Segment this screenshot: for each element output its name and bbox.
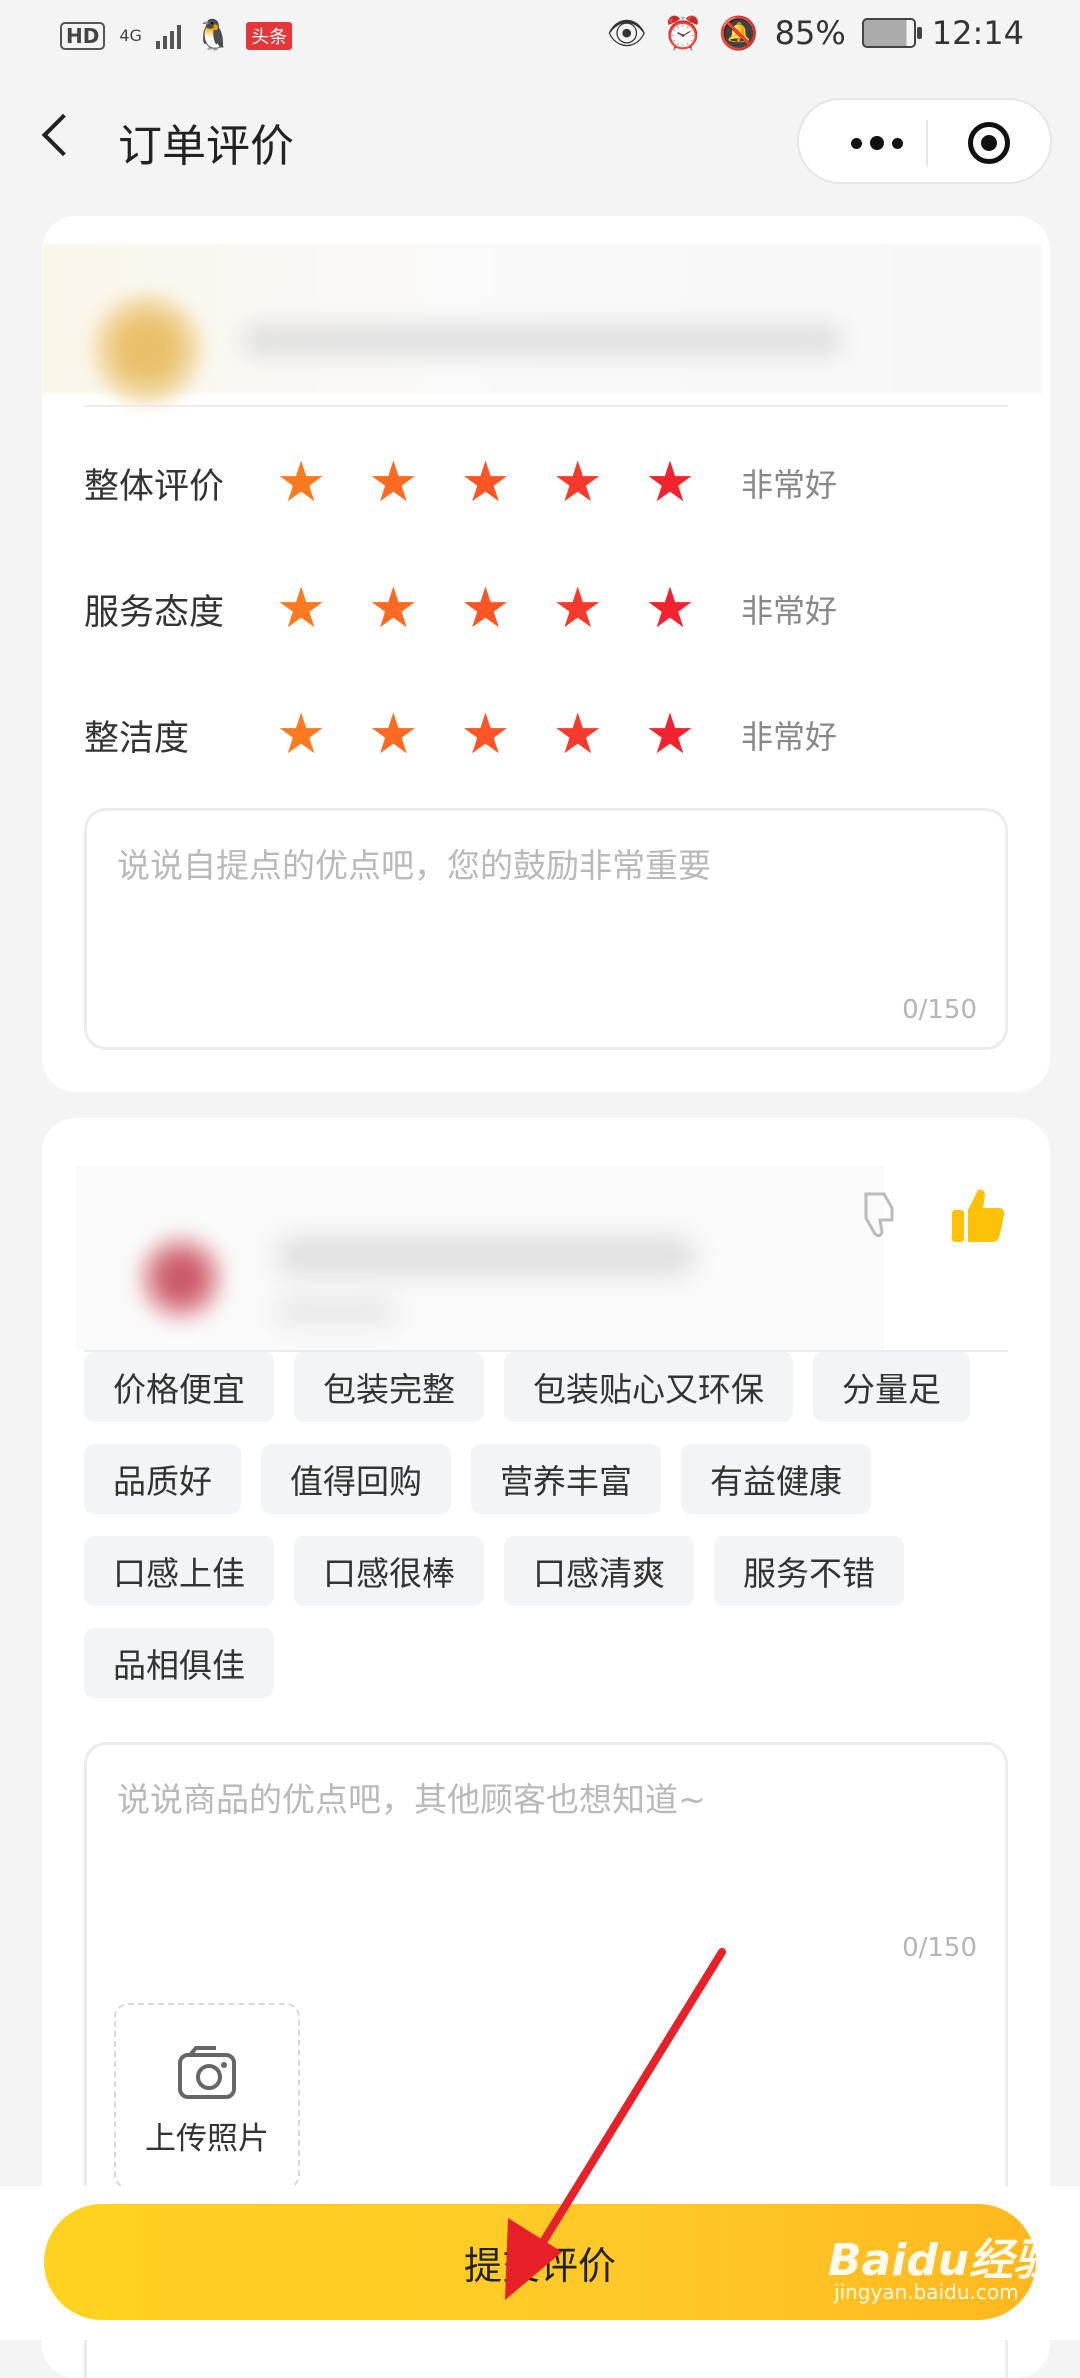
star-icon[interactable]: ★ [368,707,418,763]
tag-chip[interactable]: 营养丰富 [471,1444,661,1514]
rating-label: 整体评价 [84,466,225,507]
upload-photo-label: 上传照片 [145,2121,269,2157]
tag-chip[interactable]: 口感很棒 [294,1536,484,1606]
star-icon[interactable]: ★ [276,707,326,763]
network-type: 4G [119,25,142,45]
miniprogram-capsule [797,98,1052,184]
eye-icon: 👁 [606,14,647,52]
more-icon[interactable] [837,128,917,158]
star-icon[interactable]: ★ [276,455,326,511]
battery-percent: 85% [774,14,846,52]
comment-placeholder: 说说自提点的优点吧，您的鼓励非常重要 [117,846,711,885]
baidu-jingyan-watermark: Baidu经验 jingyan.baidu.com [820,2218,1060,2318]
rating-row-cleanliness: 整洁度 ★ ★ ★ ★ ★ 非常好 [84,700,984,770]
star-icon[interactable]: ★ [460,581,510,637]
tag-chip[interactable]: 口感清爽 [504,1536,694,1606]
rating-text: 非常好 [741,592,838,630]
char-counter: 0/150 [902,995,977,1025]
star-icon[interactable]: ★ [276,581,326,637]
alarm-icon: ⏰ [662,14,703,52]
tag-chip[interactable]: 包装贴心又环保 [504,1352,793,1422]
rating-row-overall: 整体评价 ★ ★ ★ ★ ★ 非常好 [84,448,984,518]
star-rating: ★ ★ ★ ★ ★ [276,581,695,637]
tag-chip[interactable]: 品相俱佳 [84,1628,274,1698]
divider [84,405,1008,407]
status-left: HD 4G 🐧 头条 [60,18,293,53]
upload-photo-button[interactable]: 上传照片 [114,2003,300,2189]
status-bar: HD 4G 🐧 头条 👁 ⏰ 🔕 85% 12:14 [0,0,1080,74]
star-icon[interactable]: ★ [460,455,510,511]
star-icon[interactable]: ★ [645,455,695,511]
thumb-down-icon[interactable] [860,1190,900,1240]
hd-indicator: HD [60,21,106,50]
tag-chip[interactable]: 服务不错 [714,1536,904,1606]
tag-chip[interactable]: 分量足 [813,1352,970,1422]
battery-icon [861,18,922,48]
star-icon[interactable]: ★ [645,707,695,763]
nav-bar: 订单评价 [0,90,1080,190]
camera-icon [178,2046,236,2099]
page-title: 订单评价 [118,121,294,172]
product-spec-blurred [276,1296,396,1326]
pickup-point-info-blurred [42,244,1042,404]
clock: 12:14 [931,14,1024,52]
rating-row-service: 服务态度 ★ ★ ★ ★ ★ 非常好 [84,574,984,644]
back-icon[interactable] [40,114,70,158]
star-icon[interactable]: ★ [553,455,603,511]
service-comment-input[interactable]: 说说自提点的优点吧，您的鼓励非常重要 0/150 [84,808,1008,1050]
star-rating: ★ ★ ★ ★ ★ [276,707,695,763]
comment-placeholder: 说说商品的优点吧，其他顾客也想知道~ [117,1780,706,1819]
toutiao-badge: 头条 [246,21,293,50]
mute-icon: 🔕 [718,14,759,52]
rating-label: 服务态度 [84,592,225,633]
capsule-divider [926,120,928,166]
star-icon[interactable]: ★ [460,707,510,763]
watermark-main: Baidu经验 [828,2235,1058,2286]
rating-text: 非常好 [741,466,838,504]
signal-icon [155,23,181,49]
tag-chip[interactable]: 口感上佳 [84,1536,274,1606]
star-icon[interactable]: ★ [368,581,418,637]
product-image [136,1228,226,1328]
service-rating-card: 整体评价 ★ ★ ★ ★ ★ 非常好 服务态度 ★ ★ ★ ★ ★ 非常好 整洁… [42,216,1050,1092]
star-rating: ★ ★ ★ ★ ★ [276,455,695,511]
tag-chip[interactable]: 价格便宜 [84,1352,274,1422]
tag-chip[interactable]: 值得回购 [261,1444,451,1514]
star-icon[interactable]: ★ [368,455,418,511]
tag-list: 价格便宜 包装完整 包装贴心又环保 分量足 品质好 值得回购 营养丰富 有益健康… [84,1352,1014,1698]
star-icon[interactable]: ★ [553,707,603,763]
qq-icon: 🐧 [194,18,233,53]
star-icon[interactable]: ★ [553,581,603,637]
status-right: 👁 ⏰ 🔕 85% 12:14 [606,14,1024,52]
pickup-point-avatar [92,294,202,404]
star-icon[interactable]: ★ [645,581,695,637]
watermark-sub: jingyan.baidu.com [834,2280,1019,2304]
pickup-point-name-blurred [242,322,842,358]
thumb-up-icon[interactable] [950,1186,1006,1246]
tag-chip[interactable]: 包装完整 [294,1352,484,1422]
product-info-blurred [76,1166,884,1350]
char-counter: 0/150 [902,1933,977,1963]
rating-label: 整洁度 [84,718,190,759]
tag-chip[interactable]: 有益健康 [681,1444,871,1514]
close-miniprogram-icon[interactable] [968,122,1010,164]
rating-text: 非常好 [741,718,838,756]
tag-chip[interactable]: 品质好 [84,1444,241,1514]
product-name-blurred [276,1236,696,1276]
